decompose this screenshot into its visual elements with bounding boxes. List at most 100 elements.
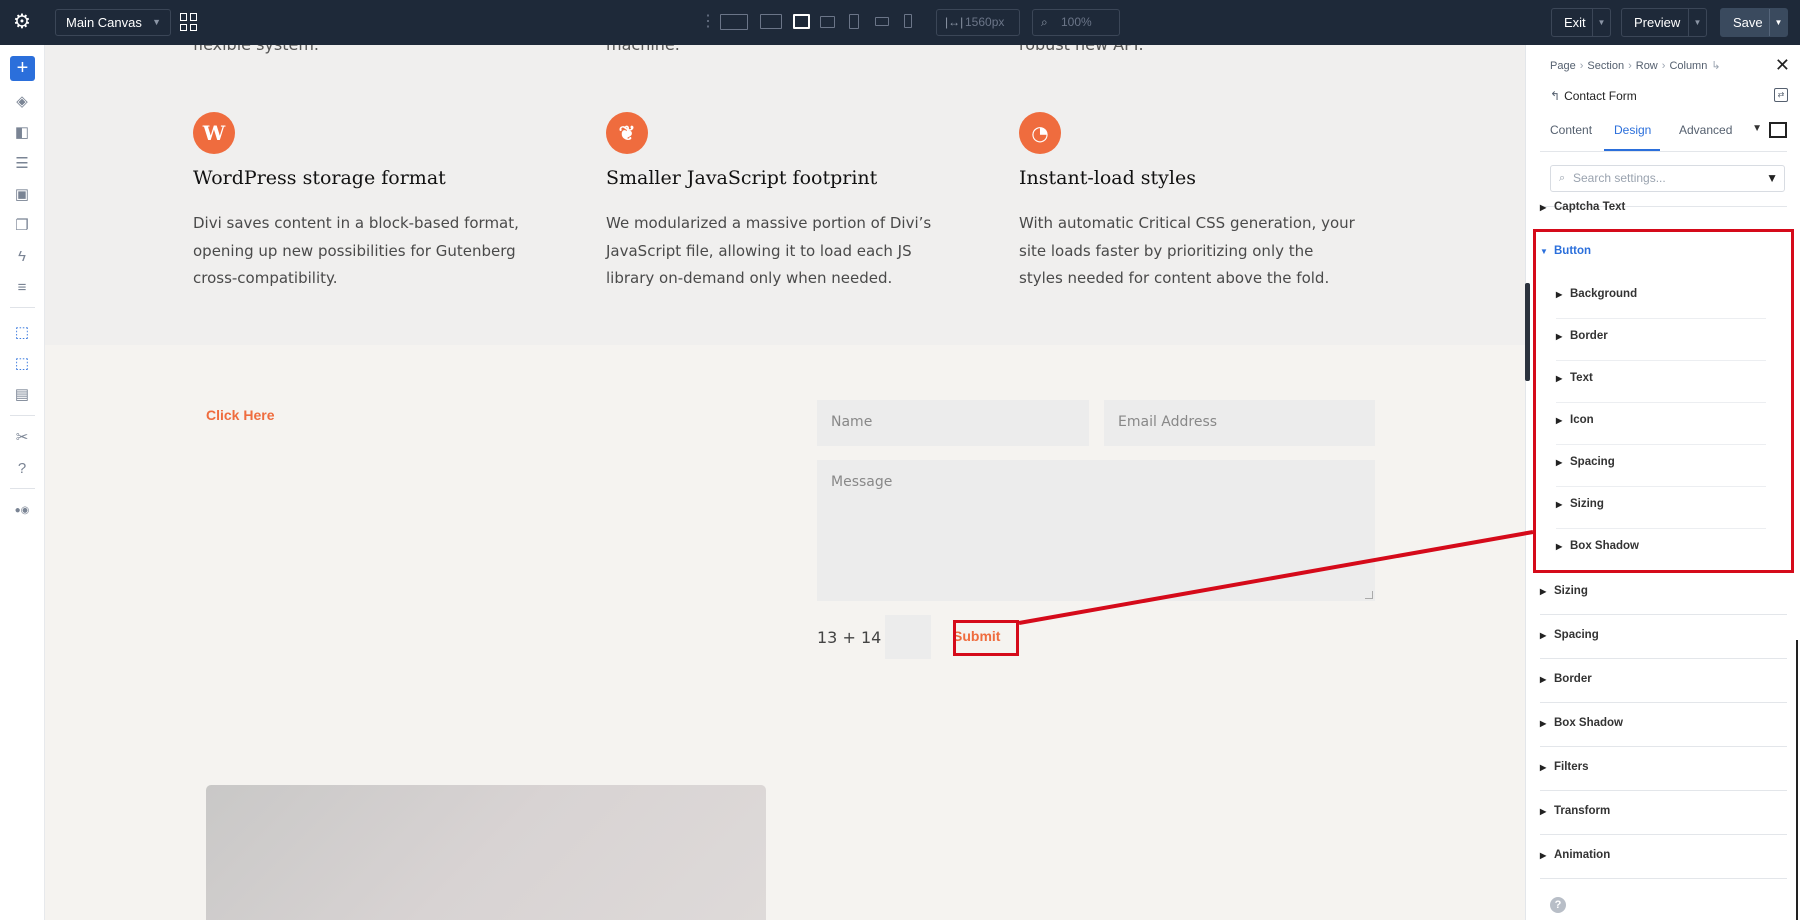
feature-text-cut: machine.: [606, 45, 680, 54]
pages-icon[interactable]: ❐: [11, 215, 33, 237]
resize-handle-icon[interactable]: [1365, 591, 1373, 599]
group-label: Transform: [1554, 805, 1611, 817]
back-arrow-icon[interactable]: ↰: [1550, 89, 1560, 103]
group-sizing[interactable]: ▶ Sizing: [1540, 585, 1787, 597]
wordpress-icon: W: [193, 112, 235, 154]
settings-gear-icon[interactable]: ⚙: [10, 10, 34, 34]
database-icon[interactable]: ☰: [11, 153, 33, 175]
tablet-landscape-icon[interactable]: [820, 16, 835, 28]
search-settings-input[interactable]: ⌕ Search settings... ▼: [1550, 165, 1785, 192]
feature-description: Divi saves content in a block-based form…: [193, 214, 519, 287]
lightning-icon[interactable]: ϟ: [11, 246, 33, 268]
breadcrumb-page[interactable]: Page: [1550, 60, 1576, 72]
group-label: Sizing: [1554, 585, 1588, 597]
desktop-wide-icon[interactable]: [720, 14, 748, 30]
captcha-input[interactable]: [885, 615, 931, 659]
builder-canvas: flexible system. machine. robust new API…: [45, 45, 1525, 920]
breadcrumb-row[interactable]: Row: [1636, 60, 1658, 72]
save-button[interactable]: Save ▼: [1720, 8, 1788, 37]
desktop-icon[interactable]: [760, 14, 782, 29]
chevron-down-icon: ▼: [152, 17, 161, 27]
page-settings-icon[interactable]: ▣: [11, 184, 33, 206]
group-border[interactable]: ▶ Border: [1540, 673, 1787, 685]
top-toolbar: ⚙ Main Canvas ▼ ⋮ |↔| 1560px ⌕ 100% Exit…: [0, 0, 1800, 45]
preview-dropdown-chevron-icon[interactable]: ▼: [1688, 9, 1706, 36]
group-captcha-text[interactable]: ▶ Captcha Text: [1540, 201, 1787, 213]
name-field[interactable]: Name: [817, 400, 1089, 446]
group-divider: [1540, 878, 1787, 879]
chevron-down-icon[interactable]: ▼: [1752, 123, 1762, 134]
canvas-select-value: Main Canvas: [66, 15, 142, 30]
message-field[interactable]: Message: [817, 460, 1375, 601]
help-icon[interactable]: ?: [1550, 897, 1566, 913]
multi-select-icon[interactable]: ⬚: [11, 353, 33, 375]
layers-icon[interactable]: ◈: [11, 91, 33, 113]
group-animation[interactable]: ▶ Animation: [1540, 849, 1787, 861]
feature-title: Instant-load styles: [1019, 167, 1196, 189]
feather-icon: ❦: [606, 112, 648, 154]
feature-description: We modularized a massive portion of Divi…: [606, 214, 932, 287]
feature-description: With automatic Critical CSS generation, …: [1019, 214, 1355, 287]
caret-right-icon: ▶: [1540, 203, 1547, 212]
caret-right-icon: ▶: [1540, 851, 1547, 860]
width-arrows-icon: |↔|: [945, 15, 964, 29]
chevron-right-icon: ›: [1628, 60, 1632, 72]
feature-title: WordPress storage format: [193, 167, 446, 189]
phone-portrait-icon[interactable]: [904, 14, 912, 28]
click-here-link[interactable]: Click Here: [206, 407, 274, 423]
variables-icon[interactable]: ≡: [11, 277, 33, 299]
canvas-select[interactable]: Main Canvas ▼: [55, 9, 171, 36]
tabs-divider: [1540, 151, 1787, 152]
left-toolbar: + ◈ ◧ ☰ ▣ ❐ ϟ ≡ ⬚ ⬚ ▤ ✂ ? ●◉: [0, 45, 45, 920]
module-options-icon[interactable]: ⇄: [1774, 88, 1788, 102]
add-element-button[interactable]: +: [10, 56, 35, 81]
layouts-grid-icon[interactable]: [180, 13, 198, 31]
help-question-icon[interactable]: ?: [11, 458, 33, 480]
group-label: Box Shadow: [1554, 717, 1624, 729]
save-dropdown-chevron-icon[interactable]: ▼: [1769, 9, 1787, 36]
click-mode-icon[interactable]: ⬚: [11, 322, 33, 344]
arrow-icon: ↳: [1711, 60, 1721, 72]
panel-scrollbar[interactable]: [1525, 283, 1530, 381]
group-transform[interactable]: ▶ Transform: [1540, 805, 1787, 817]
tab-advanced[interactable]: Advanced: [1679, 123, 1732, 137]
tab-content[interactable]: Content: [1550, 123, 1592, 137]
group-box-shadow[interactable]: ▶ Box Shadow: [1540, 717, 1787, 729]
group-divider: [1540, 614, 1787, 615]
tab-design[interactable]: Design: [1614, 123, 1651, 137]
phone-landscape-icon[interactable]: [875, 17, 889, 26]
rail-divider: [10, 488, 35, 489]
preset-manager-icon[interactable]: ▤: [11, 384, 33, 406]
feature-title: Smaller JavaScript footprint: [606, 167, 878, 189]
email-field[interactable]: Email Address: [1104, 400, 1375, 446]
group-spacing[interactable]: ▶ Spacing: [1540, 629, 1787, 641]
tablet-portrait-icon[interactable]: [849, 14, 859, 29]
canvas-width-field[interactable]: |↔| 1560px: [936, 9, 1020, 36]
exit-label: Exit: [1564, 15, 1586, 30]
group-label: Animation: [1554, 849, 1611, 861]
zoom-field[interactable]: ⌕ 100%: [1032, 9, 1120, 36]
preview-button[interactable]: Preview ▼: [1621, 8, 1707, 37]
chevron-right-icon: ›: [1579, 60, 1584, 72]
exit-dropdown-chevron-icon[interactable]: ▼: [1592, 9, 1610, 36]
group-filters[interactable]: ▶ Filters: [1540, 761, 1787, 773]
caret-right-icon: ▶: [1540, 631, 1547, 640]
group-label: Spacing: [1554, 629, 1599, 641]
breadcrumb-column[interactable]: Column: [1669, 60, 1707, 72]
breadcrumb-section[interactable]: Section: [1587, 60, 1624, 72]
message-placeholder: Message: [831, 474, 893, 490]
preview-label: Preview: [1634, 15, 1681, 30]
laptop-icon[interactable]: [793, 14, 810, 29]
exit-button[interactable]: Exit ▼: [1551, 8, 1611, 37]
close-icon[interactable]: ✕: [1775, 55, 1790, 76]
group-label: Captcha Text: [1554, 201, 1626, 213]
group-label: Filters: [1554, 761, 1589, 773]
design-library-icon[interactable]: ◧: [11, 122, 33, 144]
caret-right-icon: ▶: [1540, 807, 1547, 816]
more-vertical-icon[interactable]: ⋮: [700, 12, 716, 32]
square-view-icon[interactable]: [1769, 122, 1787, 138]
filter-icon[interactable]: ▼: [1766, 166, 1778, 191]
zoom-search-icon: ⌕: [1041, 15, 1048, 29]
tools-icon[interactable]: ✂: [11, 427, 33, 449]
theme-toggle-icon[interactable]: ●◉: [11, 500, 33, 522]
